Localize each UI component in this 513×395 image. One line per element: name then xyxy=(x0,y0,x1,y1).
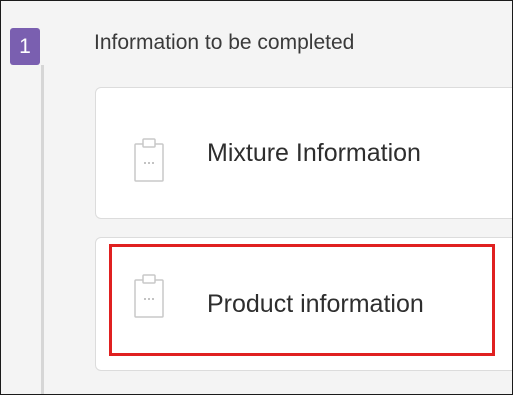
mixture-information-label: Mixture Information xyxy=(207,139,421,167)
product-information-label: Product information xyxy=(207,290,424,318)
clipboard-icon xyxy=(134,274,164,318)
step-number-badge: 1 xyxy=(10,28,40,65)
mixture-information-card[interactable]: Mixture Information xyxy=(95,87,512,219)
screenshot-frame: 1 Information to be completed Mixture In… xyxy=(0,0,513,395)
step-connector-line xyxy=(41,65,44,394)
clipboard-icon xyxy=(134,138,164,182)
product-information-card[interactable]: Product information xyxy=(95,237,512,371)
section-title: Information to be completed xyxy=(94,31,355,54)
